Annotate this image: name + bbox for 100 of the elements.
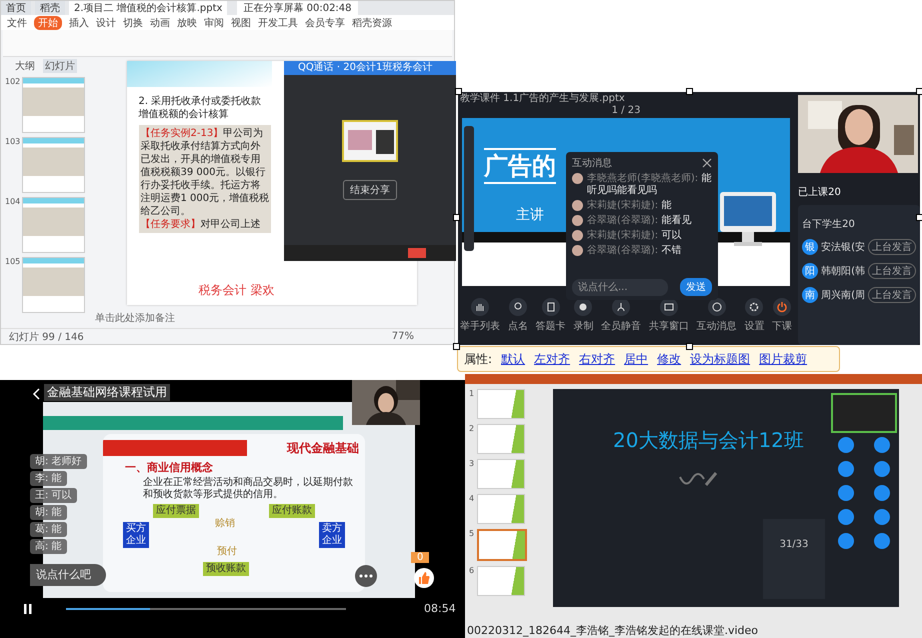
chat-comment: 葛: 能 xyxy=(30,522,67,537)
slide-heading: 一、商业信用概念 xyxy=(125,460,214,475)
slide-thumbnail[interactable] xyxy=(477,424,526,454)
slide-thumbnail[interactable] xyxy=(477,459,526,489)
toolbar-label: 属性: xyxy=(464,350,492,368)
invite-speaker-button[interactable]: 上台发言 xyxy=(868,263,916,279)
toolbar-link[interactable]: 居中 xyxy=(624,350,648,368)
student-name: 周兴南(周 xyxy=(821,288,865,302)
slide-count: 幻灯片 99 / 146 xyxy=(9,330,84,344)
student-avatar xyxy=(838,509,854,525)
chat-message: 李晓燕老师(李晓燕老师): 能听见吗能看见吗 xyxy=(587,173,712,197)
slide-thumbnail[interactable] xyxy=(22,77,85,133)
menu-tab[interactable]: 切换 xyxy=(123,16,143,30)
menu-tab[interactable]: 稻壳资源 xyxy=(352,16,392,30)
avatar-icon xyxy=(572,200,583,211)
slide-thumbnail[interactable] xyxy=(477,529,528,561)
invite-speaker-button[interactable]: 上台发言 xyxy=(868,287,916,303)
menu-tab[interactable]: 插入 xyxy=(69,16,89,30)
invite-speaker-button[interactable]: 上台发言 xyxy=(868,239,916,255)
resize-handle[interactable] xyxy=(916,88,922,95)
window-title: QQ通话 · 20会计1班税务会计 xyxy=(284,61,456,75)
menu-tab[interactable]: 放映 xyxy=(177,16,197,30)
diagram-label: 预付 xyxy=(217,546,237,558)
slide-paragraph: 企业在正常经营活动和商品交易时，以延期付款和预收货款等形式提供的信用。 xyxy=(143,477,354,501)
menu-tab[interactable]: 审阅 xyxy=(204,16,224,30)
comment-field[interactable]: 说点什么吧 xyxy=(30,564,106,586)
settings-icon xyxy=(745,298,764,316)
slide-thumbnail[interactable] xyxy=(477,389,526,419)
window-title: 教学课件 1.1广告的产生与发展.pptx xyxy=(459,92,626,105)
slide-number: 103 xyxy=(5,137,20,148)
resize-handle[interactable] xyxy=(455,88,462,95)
resize-handle[interactable] xyxy=(686,343,693,350)
student-avatar xyxy=(874,533,890,549)
toolbar-button[interactable]: 点名 xyxy=(508,298,528,333)
toolbar-link[interactable]: 图片裁剪 xyxy=(759,350,808,368)
toolbar-button[interactable]: 录制 xyxy=(573,298,594,333)
menu-tab[interactable]: 会员专享 xyxy=(305,16,345,30)
avatar-icon xyxy=(572,173,583,184)
page-indicator: 1 / 23 xyxy=(612,105,640,118)
slide-thumbnail[interactable] xyxy=(22,257,85,313)
toolbar-button[interactable]: 答题卡 xyxy=(536,298,566,333)
toolbar-link[interactable]: 左对齐 xyxy=(534,350,570,368)
resize-handle[interactable] xyxy=(453,343,460,350)
student-avatar xyxy=(838,533,854,549)
document-tab[interactable]: 首页 xyxy=(1,1,31,15)
menu-tab[interactable]: 动画 xyxy=(150,16,170,30)
slide-title: 现代金融基础 xyxy=(287,440,360,456)
chat-comment: 胡: 老师好 xyxy=(30,454,87,469)
chat-message: 宋莉婕(宋莉婕): 可以 xyxy=(587,230,682,242)
thumbs-up-icon[interactable] xyxy=(414,568,434,588)
like-count: 0 xyxy=(411,552,430,563)
slide-thumbnail[interactable] xyxy=(22,197,85,253)
menu-tab[interactable]: 视图 xyxy=(231,16,251,30)
menu-tab[interactable]: 设计 xyxy=(96,16,116,30)
send-button[interactable]: 发送 xyxy=(680,278,712,296)
back-icon[interactable] xyxy=(32,388,40,400)
pause-icon[interactable] xyxy=(24,604,32,614)
toolbar-button[interactable]: 下课 xyxy=(772,298,792,333)
toolbar-link[interactable]: 设为标题图 xyxy=(690,350,750,368)
slide-title: 广告的 xyxy=(484,148,556,184)
slide-number: 4 xyxy=(469,494,474,505)
menu-tab[interactable]: 开发工具 xyxy=(258,16,298,30)
toolbar-button[interactable]: 共享窗口 xyxy=(648,298,689,333)
diagram-node: 应付票据 xyxy=(153,504,199,518)
toolbar-button[interactable]: 设置 xyxy=(744,298,764,333)
slide-thumbnail[interactable] xyxy=(477,494,526,524)
close-icon[interactable] xyxy=(702,158,712,168)
chat-title: 互动消息 xyxy=(572,156,612,170)
student-avatar xyxy=(874,509,890,525)
toolbar-link[interactable]: 右对齐 xyxy=(579,350,616,368)
panel-tab[interactable]: 幻灯片 xyxy=(43,59,77,73)
stop-sharing-button[interactable]: 结束分享 xyxy=(343,180,397,200)
attendance-count: 已上课20 xyxy=(798,186,842,199)
student-avatar: 银 xyxy=(802,239,818,255)
toolbar-link[interactable]: 修改 xyxy=(657,350,682,368)
toolbar-link[interactable]: 默认 xyxy=(501,350,526,368)
toolbar-button[interactable]: 全员静音 xyxy=(601,298,641,333)
slide-number: 2 xyxy=(469,424,474,435)
slide-thumbnail[interactable] xyxy=(22,137,85,193)
toolbar-button[interactable]: 互动消息 xyxy=(696,298,736,333)
panel-tab[interactable]: 大纲 xyxy=(13,59,37,73)
board-title: 20大数据与会计12班 xyxy=(613,427,804,454)
resize-handle[interactable] xyxy=(686,88,693,95)
zoom-level: 77% xyxy=(392,331,414,342)
video-caption: 00220312_182644_李浩铭_李浩铭发起的在线课堂.video xyxy=(466,623,760,638)
student-name: 韩朝阳(韩 xyxy=(821,264,865,278)
student-avatar: 阳 xyxy=(802,263,818,279)
slide-paragraph: 【任务要求】对甲公司上述 xyxy=(140,218,262,231)
resize-handle[interactable] xyxy=(916,214,922,221)
document-tab[interactable]: 稻壳 xyxy=(35,1,65,15)
student-avatar: 南 xyxy=(802,287,818,303)
message-field[interactable]: 说点什么... xyxy=(572,278,668,296)
toolbar-button[interactable]: 举手列表 xyxy=(460,298,500,333)
slide-heading: 2. 采用托收承付或委托收款 增值税额的会计核算 xyxy=(138,95,262,121)
resize-handle[interactable] xyxy=(453,214,460,221)
document-tab[interactable]: 2.项目二 增值税的会计核算.pptx xyxy=(69,1,228,15)
video-duration: 08:54 xyxy=(424,602,456,615)
slide-thumbnail[interactable] xyxy=(477,566,526,596)
notes-placeholder[interactable]: 单击此处添加备注 xyxy=(95,311,175,325)
menu-tab[interactable]: 文件 xyxy=(7,16,27,30)
